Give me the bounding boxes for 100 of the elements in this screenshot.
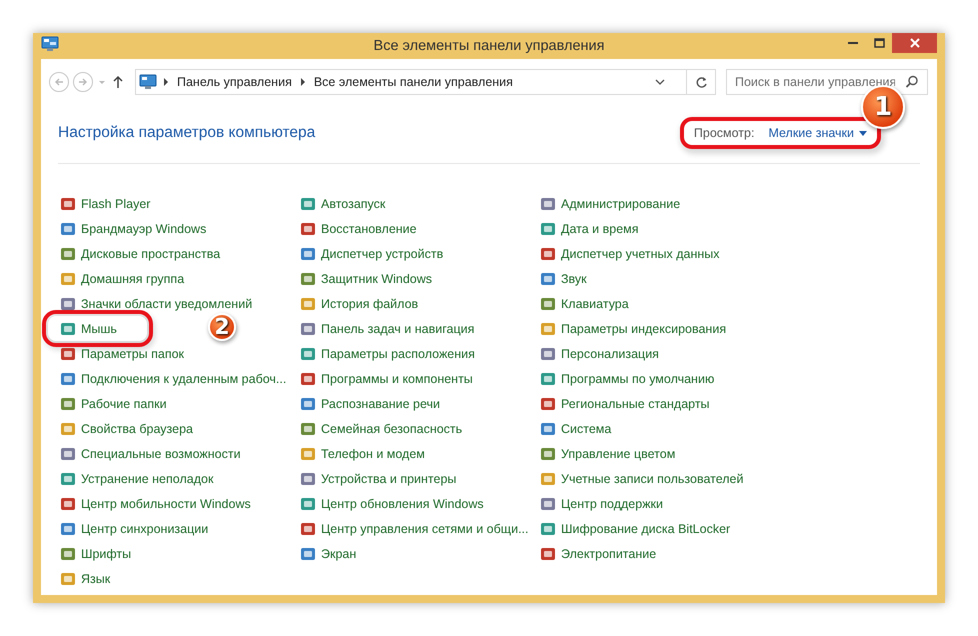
control-panel-item[interactable]: Параметры индексирования — [538, 316, 726, 341]
refresh-icon — [694, 76, 708, 88]
control-panel-item[interactable]: Распознавание речи — [298, 391, 440, 416]
control-panel-item[interactable]: Параметры папок — [58, 341, 184, 366]
breadcrumb-separator-icon[interactable] — [163, 78, 169, 86]
control-panel-item[interactable]: Свойства браузера — [58, 416, 193, 441]
applet-icon — [300, 520, 316, 536]
applet-icon — [540, 320, 556, 336]
control-panel-item[interactable]: Электропитание — [538, 541, 656, 566]
breadcrumb[interactable]: Все элементы панели управления — [314, 75, 513, 89]
close-button[interactable] — [892, 33, 937, 53]
applet-icon — [300, 296, 316, 312]
refresh-button[interactable] — [686, 69, 716, 95]
control-panel-item[interactable]: Брандмауэр Windows — [58, 216, 206, 241]
control-panel-item[interactable]: Автозапуск — [298, 191, 386, 216]
maximize-icon — [874, 38, 884, 48]
applet-icon — [60, 470, 76, 486]
control-panel-item[interactable]: Устройства и принтеры — [298, 466, 456, 491]
applet-icon — [60, 196, 76, 212]
applet-icon — [300, 470, 316, 486]
control-panel-item[interactable]: Центр управления сетями и общи... — [298, 516, 528, 541]
applet-icon — [60, 570, 76, 586]
breadcrumb-separator-icon[interactable] — [300, 78, 306, 86]
control-panel-item[interactable]: Шифрование диска BitLocker — [538, 516, 730, 541]
control-panel-item[interactable]: Домашняя группа — [58, 266, 184, 291]
breadcrumb[interactable]: Панель управления — [177, 75, 292, 89]
applet-icon — [540, 270, 556, 286]
control-panel-item[interactable]: Рабочие папки — [58, 391, 167, 416]
applet-icon — [300, 346, 316, 362]
applet-icon — [60, 446, 76, 462]
control-panel-item[interactable]: Программы по умолчанию — [538, 366, 714, 391]
control-panel-item[interactable]: Панель задач и навигация — [298, 316, 474, 341]
control-panel-item[interactable]: Дата и время — [538, 216, 639, 241]
control-panel-item[interactable]: Устранение неполадок — [58, 466, 214, 491]
control-panel-item[interactable]: Семейная безопасность — [298, 416, 462, 441]
applet-icon — [540, 420, 556, 436]
applet-icon — [300, 420, 316, 436]
applet-icon — [300, 246, 316, 262]
up-arrow-icon[interactable] — [111, 75, 125, 89]
applet-icon — [300, 270, 316, 286]
control-panel-item[interactable]: Диспетчер устройств — [298, 241, 444, 266]
search-icon — [905, 75, 919, 89]
close-icon — [910, 38, 920, 48]
control-panel-item[interactable]: Телефон и модем — [298, 441, 425, 466]
control-panel-item[interactable]: Защитник Windows — [298, 266, 432, 291]
control-panel-item[interactable]: Дисковые пространства — [58, 241, 220, 266]
dropdown-caret-icon[interactable] — [654, 77, 666, 87]
control-panel-item[interactable]: История файлов — [298, 291, 418, 316]
control-panel-item[interactable]: Экран — [298, 541, 356, 566]
applet-icon — [60, 370, 76, 386]
applet-icon — [540, 470, 556, 486]
applet-icon — [300, 220, 316, 236]
control-panel-item[interactable]: Значки области уведомлений — [58, 291, 252, 316]
applet-icon — [300, 496, 316, 512]
applet-icon — [60, 346, 76, 362]
applet-icon — [60, 520, 76, 536]
control-panel-item[interactable]: Восстановление — [298, 216, 417, 241]
control-panel-item[interactable]: Центр поддержки — [538, 491, 664, 516]
address-bar[interactable]: Панель управления Все элементы панели управления — [135, 69, 687, 95]
applet-icon — [540, 370, 556, 386]
minimize-icon — [848, 42, 858, 44]
control-panel-item[interactable]: Персонализация — [538, 341, 659, 366]
page-heading: Настройка параметров компьютера — [58, 124, 316, 142]
control-panel-item[interactable]: Система — [538, 416, 612, 441]
applet-icon — [60, 296, 76, 312]
view-dropdown[interactable]: Мелкие значки — [768, 126, 867, 140]
applet-icon — [300, 320, 316, 336]
control-panel-item[interactable]: Flash Player — [58, 191, 150, 216]
number-badge: 1 — [861, 85, 905, 129]
control-panel-item[interactable]: Администрирование — [538, 191, 680, 216]
applet-icon — [60, 220, 76, 236]
control-panel-item[interactable]: Центр синхронизации — [58, 516, 208, 541]
control-panel-item[interactable]: Диспетчер учетных данных — [538, 241, 720, 266]
control-panel-item[interactable]: Управление цветом — [538, 441, 676, 466]
control-panel-item[interactable]: Центр мобильности Windows — [58, 491, 251, 516]
control-panel-item[interactable]: Звук — [538, 266, 587, 291]
control-panel-item[interactable]: Учетные записи пользователей — [538, 466, 744, 491]
view-label: Просмотр: — [694, 126, 754, 140]
control-panel-item[interactable]: Шрифты — [58, 541, 132, 566]
applet-icon — [60, 546, 76, 562]
applet-icon — [60, 320, 76, 336]
applet-icon — [300, 446, 316, 462]
control-panel-item[interactable]: Клавиатура — [538, 291, 629, 316]
applet-icon — [540, 520, 556, 536]
applet-icon — [540, 446, 556, 462]
applet-icon — [540, 346, 556, 362]
applet-icon — [540, 196, 556, 212]
applet-icon — [60, 420, 76, 436]
control-panel-item[interactable]: Специальные возможности — [58, 441, 241, 466]
control-panel-item[interactable]: Программы и компоненты — [298, 366, 473, 391]
control-panel-icon — [139, 74, 157, 90]
control-panel-item[interactable]: Региональные стандарты — [538, 391, 710, 416]
control-panel-item[interactable]: Подключения к удаленным рабоч... — [58, 366, 286, 391]
applet-icon — [540, 220, 556, 236]
applet-icon — [60, 496, 76, 512]
control-panel-item[interactable]: Центр обновления Windows — [298, 491, 484, 516]
control-panel-item[interactable]: Мышь — [48, 316, 147, 341]
applet-icon — [300, 546, 316, 562]
control-panel-item[interactable]: Язык — [58, 566, 110, 591]
control-panel-item[interactable]: Параметры расположения — [298, 341, 475, 366]
